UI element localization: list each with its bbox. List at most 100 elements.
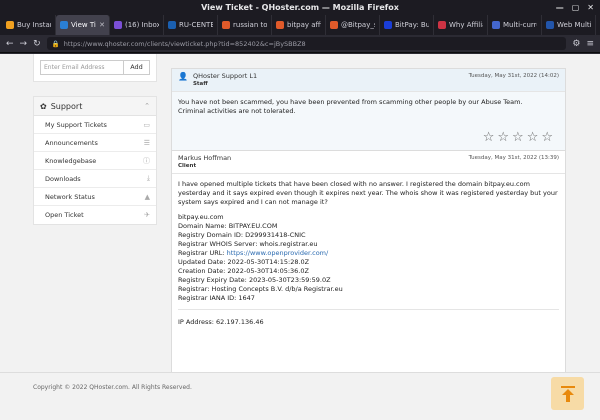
tab-title: RU-CENTER [179,21,213,29]
maximize-icon[interactable]: ▢ [572,0,580,15]
window-titlebar: View Ticket - QHoster.com — Mozilla Fire… [0,0,600,15]
browser-tab[interactable]: Web Multi-c [542,15,596,35]
support-menu-item[interactable]: Announcements ☰ [34,134,156,152]
menu-icon[interactable]: ≡ [586,39,594,49]
sidebar: Enter Email Address Add ✿ Support ⌃ My S… [33,54,157,225]
reply-message: I have opened multiple tickets that have… [178,180,558,206]
browser-tab[interactable]: RU-CENTER [164,15,218,35]
scroll-to-top-button[interactable] [551,377,584,410]
footer: Copyright © 2022 QHoster.com. All Rights… [0,372,600,420]
tab-title: @Bitpay_sea [341,21,375,29]
ip-address: IP Address: 62.197.136.46 [178,309,559,327]
address-bar[interactable]: 🔒 https://www.qhoster.com/clients/viewti… [46,37,567,50]
tab-title: russian to e [233,21,267,29]
whois-expiry: Registry Expiry Date: 2023-05-30T23:59:5… [178,276,331,284]
download-icon: ⤓ [146,174,150,182]
whois-domain-name: Domain Name: BITPAY.EU.COM [178,222,278,230]
support-menu-item[interactable]: Open Ticket ✈ [34,206,156,224]
menu-item-label: Announcements [45,138,98,147]
extensions-icon[interactable]: ⚙ [572,39,580,49]
whois-registrar: Registrar: Hosting Concepts B.V. d/b/a R… [178,285,343,293]
tab-title: Multi-curre [503,21,537,29]
support-menu-item[interactable]: Downloads ⤓ [34,170,156,188]
menu-item-label: My Support Tickets [45,120,107,129]
url-text: https://www.qhoster.com/clients/viewtick… [63,39,306,48]
tab-favicon-icon [114,21,122,29]
page-content: Enter Email Address Add ✿ Support ⌃ My S… [0,54,600,420]
browser-tab[interactable]: bitpay affilia [272,15,326,35]
window-title: View Ticket - QHoster.com — Mozilla Fire… [201,3,399,12]
tab-favicon-icon [6,21,14,29]
support-menu-item[interactable]: My Support Tickets ▭ [34,116,156,134]
staff-reply: 👤 QHoster Support L1 Staff Tuesday, May … [171,68,566,153]
whois-created: Creation Date: 2022-05-30T14:05:36.0Z [178,267,309,275]
chevron-up-icon[interactable]: ⌃ [144,102,150,110]
reply-line: Criminal activities are not tolerated. [178,107,296,115]
browser-tab[interactable]: Buy Instant K [2,15,56,35]
rocket-icon: ✈ [144,211,150,219]
whois-server: Registrar WHOIS Server: whois.registrar.… [178,240,318,248]
forward-icon[interactable]: → [20,39,28,49]
support-icon: ✿ [40,101,47,111]
author-name: Markus Hoffman [178,154,232,162]
menu-item-label: Knowledgebase [45,156,97,165]
email-input[interactable]: Enter Email Address [40,60,124,75]
tab-title: Why Affiliat [449,21,483,29]
tab-bar: Buy Instant K View Ticke✕ (16) Inbox | RU-C… [0,15,600,35]
rating-stars: ☆ ☆ ☆ ☆ ☆ [483,131,553,144]
arrow-up-icon [560,385,575,402]
browser-tab[interactable]: View Ticke✕ [56,15,110,35]
add-button[interactable]: Add [124,60,150,75]
navigation-toolbar: ← → ↻ 🔒 https://www.qhoster.com/clients/… [0,35,600,53]
reply-date: Tuesday, May 31st, 2022 (13:39) [468,155,559,161]
support-panel: ✿ Support ⌃ My Support Tickets ▭ Announcem… [33,96,157,225]
tab-favicon-icon [546,21,554,29]
support-menu-item[interactable]: Network Status ▲ [34,188,156,206]
list-all-tabs-icon[interactable]: ⌄ [596,15,600,35]
star-icon[interactable]: ☆ [483,131,495,144]
ticket-icon: ▭ [143,120,150,129]
menu-item-label: Downloads [45,174,81,183]
reply-line: You have not been scammed, you have been… [178,98,523,106]
minimize-icon[interactable]: — [556,0,564,15]
star-icon[interactable]: ☆ [541,131,553,144]
menu-item-label: Open Ticket [45,211,84,219]
browser-tab[interactable]: Why Affiliat [434,15,488,35]
tab-title: Buy Instant K [17,21,51,29]
reload-icon[interactable]: ↻ [33,39,41,49]
tab-favicon-icon [330,21,338,29]
registrar-url-link[interactable]: https://www.openprovider.com/ [227,249,329,257]
browser-tab[interactable]: Multi-curre [488,15,542,35]
menu-item-label: Network Status [45,192,95,201]
close-icon[interactable]: ✕ [587,0,594,15]
tab-favicon-icon [60,21,68,29]
star-icon[interactable]: ☆ [497,131,509,144]
support-menu: My Support Tickets ▭ Announcements ☰ Knowled… [34,116,156,224]
tab-title: View Ticke [71,21,96,29]
tab-title: (16) Inbox | [125,21,159,29]
info-icon: ⓘ [143,156,150,165]
support-menu-item[interactable]: Knowledgebase ⓘ [34,152,156,170]
reply-date: Tuesday, May 31st, 2022 (14:02) [468,73,559,79]
tab-title: BitPay: Buy [395,21,429,29]
tab-favicon-icon [168,21,176,29]
tab-close-icon[interactable]: ✕ [99,21,105,29]
support-title: Support [50,101,83,111]
tab-favicon-icon [492,21,500,29]
tab-favicon-icon [438,21,446,29]
browser-tab[interactable]: BitPay: Buy [380,15,434,35]
author-name: QHoster Support L1 [192,72,258,80]
whois-domain: bitpay.eu.com [178,213,224,221]
client-reply: Markus Hoffman Client Tuesday, May 31st,… [171,150,566,397]
support-panel-header[interactable]: ✿ Support ⌃ [34,97,156,116]
star-icon[interactable]: ☆ [527,131,539,144]
reply-body: You have not been scammed, you have been… [172,92,565,122]
browser-tab[interactable]: @Bitpay_sea [326,15,380,35]
registrar-url-label: Registrar URL: [178,249,227,257]
star-icon[interactable]: ☆ [512,131,524,144]
back-icon[interactable]: ← [6,39,14,49]
browser-tab[interactable]: (16) Inbox | [110,15,164,35]
tab-favicon-icon [384,21,392,29]
browser-tab[interactable]: russian to e [218,15,272,35]
reply-header: Markus Hoffman Client Tuesday, May 31st,… [172,151,565,174]
